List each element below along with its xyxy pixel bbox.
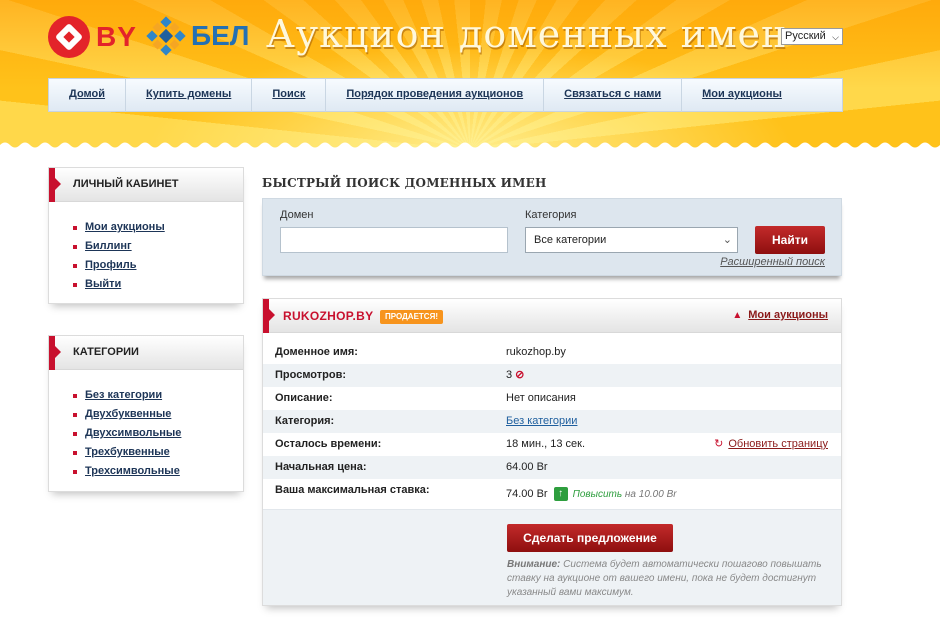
list-item: Профиль	[73, 256, 243, 275]
domain-input[interactable]	[280, 227, 508, 253]
advanced-search-link[interactable]: Расширенный поиск	[720, 256, 825, 268]
table-row: Осталось времени: 18 мин., 13 сек. ↻ Обно…	[263, 433, 841, 456]
list-item: Без категории	[73, 386, 243, 405]
list-item: Трехсимвольные	[73, 462, 243, 481]
start-price-label: Начальная цена:	[275, 461, 367, 473]
description-label: Описание:	[275, 392, 333, 404]
logo-bel[interactable]: БЕЛ	[146, 16, 249, 56]
max-bid-label: Ваша максимальная ставка:	[275, 484, 430, 496]
auction-domain-title: RUKOZHOP.BY	[283, 309, 374, 323]
views-label: Просмотров:	[275, 369, 347, 381]
categories-panel: КАТЕГОРИИ Без категории Двухбуквенные Дв…	[48, 335, 244, 492]
my-auctions-link-label: Мои аукционы	[748, 309, 828, 321]
arrow-up-icon[interactable]: ↑	[553, 487, 568, 502]
categories-menu: Без категории Двухбуквенные Двухсимвольн…	[49, 370, 243, 495]
time-left-value: 18 мин., 13 сек.	[506, 438, 586, 450]
list-item: Двухбуквенные	[73, 405, 243, 424]
list-item: Выйти	[73, 275, 243, 294]
table-row: Ваша максимальная ставка: 74.00 Br ↑ Повыс…	[263, 479, 841, 509]
language-value: Русский	[785, 30, 826, 42]
description-value: Нет описания	[506, 392, 576, 404]
logo-by-text: BY	[96, 21, 137, 52]
offer-area: Сделать предложение Внимание: Система бу…	[263, 509, 841, 605]
category-label: Категория	[525, 209, 577, 221]
chevron-down-icon: ⌄	[722, 234, 732, 246]
nav-my-auctions[interactable]: Мои аукционы	[682, 78, 802, 112]
header: BY БЕЛ Аукцион доменных имен Русский ⌵ Д…	[0, 0, 940, 148]
category-select[interactable]: Все категории ⌄	[525, 227, 738, 253]
list-item: Двухсимвольные	[73, 424, 243, 443]
list-item: Трехбуквенные	[73, 443, 243, 462]
table-row: Описание: Нет описания	[263, 387, 841, 410]
home-icon: ▲	[732, 310, 743, 321]
views-value: 3	[506, 369, 513, 381]
main-nav: Домой Купить домены Поиск Порядок провед…	[48, 78, 843, 112]
table-row: Просмотров: 3 ⊘	[263, 364, 841, 387]
header-wave-edge	[0, 142, 940, 148]
start-price-value: 64.00 Br	[506, 461, 548, 473]
logo-bel-text: БЕЛ	[191, 20, 250, 51]
table-row: Категория: Без категории	[263, 410, 841, 433]
max-bid-value-wrap: 74.00 Br ↑ Повысить на 10.00 Br	[506, 479, 677, 510]
account-logout-link[interactable]: Выйти	[85, 278, 121, 290]
categories-panel-title: КАТЕГОРИИ	[49, 336, 243, 370]
auction-details: Доменное имя: rukozhop.by Просмотров: 3 ⊘…	[263, 341, 841, 509]
category-none-link[interactable]: Без категории	[85, 389, 162, 401]
raise-bid-text[interactable]: Повысить на 10.00 Br	[573, 489, 677, 500]
status-badge: ПРОДАЕТСЯ!	[380, 310, 443, 324]
category-select-value: Все категории	[534, 234, 607, 246]
account-profile-link[interactable]: Профиль	[85, 259, 136, 271]
nav-buy-domains[interactable]: Купить домены	[126, 78, 253, 112]
make-offer-button[interactable]: Сделать предложение	[507, 524, 673, 552]
category-three-char-link[interactable]: Трехсимвольные	[85, 465, 180, 477]
site-title: Аукцион доменных имен	[266, 12, 788, 56]
refresh-page-label: Обновить страницу	[728, 438, 828, 450]
page: BY БЕЛ Аукцион доменных имен Русский ⌵ Д…	[0, 0, 940, 627]
list-item: Мои аукционы	[73, 218, 243, 237]
account-my-auctions-link[interactable]: Мои аукционы	[85, 221, 165, 233]
auction-panel: RUKOZHOP.BY ПРОДАЕТСЯ! ▲ Мои аукционы Дом…	[262, 298, 842, 606]
bel-logo-icon	[146, 16, 186, 56]
language-select[interactable]: Русский ⌵	[781, 28, 843, 45]
account-menu: Мои аукционы Биллинг Профиль Выйти	[49, 202, 243, 308]
time-left-label: Осталось времени:	[275, 438, 382, 450]
account-panel: ЛИЧНЫЙ КАБИНЕТ Мои аукционы Биллинг Проф…	[48, 167, 244, 304]
nav-search[interactable]: Поиск	[252, 78, 327, 112]
category-value-wrap: Без категории	[506, 410, 577, 433]
account-panel-title: ЛИЧНЫЙ КАБИНЕТ	[49, 168, 243, 202]
raise-amount: на 10.00 Br	[624, 489, 677, 500]
table-row: Доменное имя: rukozhop.by	[263, 341, 841, 364]
category-value-link[interactable]: Без категории	[506, 415, 577, 427]
views-value-wrap: 3 ⊘	[506, 364, 524, 387]
domain-label: Домен	[280, 209, 314, 221]
my-auctions-link[interactable]: ▲ Мои аукционы	[732, 309, 828, 321]
note-label: Внимание:	[507, 559, 561, 570]
raise-label: Повысить	[572, 489, 623, 500]
logo-by[interactable]: BY	[48, 16, 137, 58]
by-logo-icon	[48, 16, 90, 58]
search-button[interactable]: Найти	[755, 226, 825, 254]
eye-off-icon: ⊘	[515, 369, 525, 381]
quick-search-title: БЫСТРЫЙ ПОИСК ДОМЕННЫХ ИМЕН	[262, 176, 547, 190]
nav-home[interactable]: Домой	[49, 78, 127, 112]
nav-contact[interactable]: Связаться с нами	[544, 78, 683, 112]
category-three-letter-link[interactable]: Трехбуквенные	[85, 446, 170, 458]
category-two-letter-link[interactable]: Двухбуквенные	[85, 408, 171, 420]
category-row-label: Категория:	[275, 415, 335, 427]
category-two-char-link[interactable]: Двухсимвольные	[85, 427, 181, 439]
refresh-icon: ↻	[714, 438, 724, 450]
account-billing-link[interactable]: Биллинг	[85, 240, 132, 252]
quick-search-panel: Домен Категория Все категории ⌄ Найти Ра…	[262, 198, 842, 276]
table-row: Начальная цена: 64.00 Br	[263, 456, 841, 479]
domain-name-label: Доменное имя:	[275, 346, 358, 358]
nav-auction-rules[interactable]: Порядок проведения аукционов	[326, 78, 545, 112]
max-bid-value: 74.00 Br	[506, 488, 548, 500]
refresh-page-link[interactable]: ↻ Обновить страницу	[714, 433, 828, 456]
auction-header: RUKOZHOP.BY ПРОДАЕТСЯ! ▲ Мои аукционы	[263, 299, 841, 333]
domain-name-value: rukozhop.by	[506, 346, 566, 358]
offer-note: Внимание: Система будет автоматически по…	[507, 558, 837, 600]
chevron-down-icon: ⌵	[832, 32, 839, 42]
list-item: Биллинг	[73, 237, 243, 256]
